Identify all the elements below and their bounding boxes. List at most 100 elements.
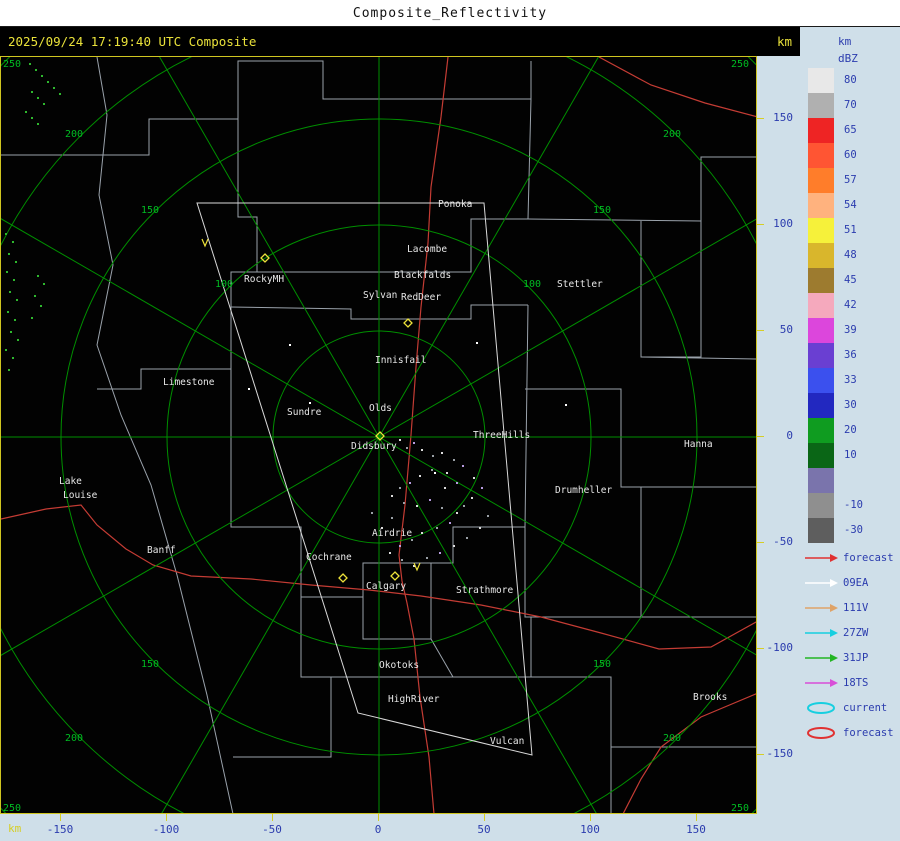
precip-echo bbox=[399, 487, 401, 489]
clutter-echo bbox=[15, 261, 17, 263]
dbz-scale-label: 45 bbox=[844, 274, 857, 286]
precip-echo bbox=[456, 482, 458, 484]
arrow-icon bbox=[805, 678, 838, 687]
city-label: Cochrane bbox=[306, 552, 352, 563]
x-axis-label: -150 bbox=[46, 823, 74, 836]
window-titlebar[interactable]: Composite_Reflectivity bbox=[0, 0, 900, 27]
dbz-scale-row: 48 bbox=[808, 243, 874, 268]
clutter-echo bbox=[16, 299, 18, 301]
clutter-echo bbox=[5, 233, 7, 235]
clutter-echo bbox=[34, 295, 36, 297]
legend-label: forecast bbox=[843, 551, 894, 564]
dbz-color-cell bbox=[808, 243, 834, 268]
clutter-echo bbox=[25, 111, 27, 113]
range-label: 200 bbox=[65, 733, 83, 744]
ellipse-icon bbox=[807, 701, 835, 714]
precip-echo bbox=[456, 512, 458, 514]
dbz-scale-row: 57 bbox=[808, 168, 874, 193]
dbz-scale-row: 60 bbox=[808, 143, 874, 168]
radar-site-marker[interactable] bbox=[390, 571, 400, 581]
city-label: Sundre bbox=[287, 407, 322, 418]
radar-site-marker[interactable] bbox=[403, 318, 413, 328]
dbz-color-cell bbox=[808, 118, 834, 143]
dbz-scale-label bbox=[844, 468, 874, 493]
precip-echo bbox=[453, 459, 455, 461]
precip-echo bbox=[436, 527, 438, 529]
ellipse-icon bbox=[807, 726, 835, 739]
window-title: Composite_Reflectivity bbox=[352, 5, 548, 21]
x-axis-label: 150 bbox=[686, 823, 706, 836]
county-boundary bbox=[97, 119, 258, 390]
range-label: 150 bbox=[593, 205, 611, 216]
city-label: Brooks bbox=[693, 692, 727, 703]
town-dot bbox=[309, 402, 311, 404]
dbz-scale-label: 60 bbox=[844, 149, 857, 161]
city-label: Drumheller bbox=[555, 485, 612, 496]
precip-echo bbox=[416, 505, 418, 507]
range-label: 200 bbox=[663, 733, 681, 744]
x-axis-label: -50 bbox=[262, 823, 282, 836]
dbz-color-cell bbox=[808, 293, 834, 318]
county-boundary bbox=[524, 487, 642, 618]
dbz-scale-row: 65 bbox=[808, 118, 874, 143]
highway-line bbox=[622, 693, 756, 813]
city-label: Olds bbox=[369, 403, 392, 414]
radar-application: Composite_Reflectivity 2025/09/24 17:19:… bbox=[0, 0, 900, 841]
dbz-color-cell bbox=[808, 443, 834, 468]
clutter-echo bbox=[5, 349, 7, 351]
legend-item: 111V bbox=[804, 595, 894, 620]
legend-label: 27ZW bbox=[843, 626, 869, 639]
dbz-color-cell bbox=[808, 368, 834, 393]
radar-map[interactable]: 250 200 150 100 100 150 200 250 150 200 250 150 200 2… bbox=[0, 56, 757, 814]
dbz-colorbar: 80 70 65 60 57 54 51 48 45 42 39 36 33 30 20 10 -10 -30 bbox=[808, 68, 874, 543]
x-axis-label: 50 bbox=[477, 823, 491, 836]
range-label: 100 bbox=[523, 279, 541, 290]
range-label: 200 bbox=[663, 129, 681, 140]
precip-echo bbox=[473, 477, 475, 479]
clutter-echo bbox=[7, 311, 9, 313]
precip-echo bbox=[487, 515, 489, 517]
clutter-echo bbox=[29, 63, 31, 65]
clutter-echo bbox=[8, 369, 10, 371]
legend-item: 09EA bbox=[804, 570, 894, 595]
x-axis-unit-label: km bbox=[8, 822, 22, 835]
dbz-color-cell bbox=[808, 343, 834, 368]
precip-echo bbox=[391, 517, 393, 519]
precip-echo bbox=[444, 487, 446, 489]
dbz-color-cell bbox=[808, 518, 834, 543]
precip-echo bbox=[401, 559, 403, 561]
precip-echo bbox=[446, 472, 448, 474]
precip-echo bbox=[399, 439, 401, 441]
legend-label: current bbox=[843, 701, 888, 714]
clutter-echo bbox=[43, 283, 45, 285]
radar-site-marker[interactable] bbox=[338, 573, 348, 583]
city-label: Banff bbox=[147, 545, 176, 556]
county-boundary bbox=[257, 98, 532, 273]
map-legend: forecast 09EA 111V 27ZW 31JP 18TS current forec… bbox=[804, 545, 894, 745]
dbz-scale-row: -30 bbox=[808, 518, 874, 543]
clutter-echo bbox=[53, 87, 55, 89]
precip-echo bbox=[431, 469, 433, 471]
precip-echo bbox=[441, 507, 443, 509]
precip-echo bbox=[462, 465, 464, 467]
y-axis: 150 100 50 0 -50 -100 -150 bbox=[757, 56, 800, 814]
clutter-echo bbox=[41, 75, 43, 77]
precip-echo bbox=[409, 482, 411, 484]
vector-marker bbox=[201, 238, 209, 248]
precip-echo bbox=[432, 455, 434, 457]
dbz-scale-label: 70 bbox=[844, 99, 857, 111]
y-axis-label: -50 bbox=[773, 535, 793, 548]
precip-echo bbox=[471, 497, 473, 499]
dbz-scale-label: 10 bbox=[844, 449, 857, 461]
sidebar: km dBZ 80 70 65 60 57 54 51 48 45 42 39 36 33 30 20 10 -… bbox=[800, 27, 900, 841]
legend-label: 31JP bbox=[843, 651, 869, 664]
dbz-scale-row: 33 bbox=[808, 368, 874, 393]
dbz-scale-label: 54 bbox=[844, 199, 857, 211]
county-boundary bbox=[96, 57, 234, 813]
dbz-color-cell bbox=[808, 218, 834, 243]
clutter-echo bbox=[6, 271, 8, 273]
radar-map-canvas[interactable]: 250 200 150 100 100 150 200 250 150 200 250 150 200 2… bbox=[1, 57, 756, 813]
map-unit-label: km bbox=[776, 34, 792, 49]
range-label: 150 bbox=[141, 659, 159, 670]
dbz-scale-row: 10 bbox=[808, 443, 874, 468]
